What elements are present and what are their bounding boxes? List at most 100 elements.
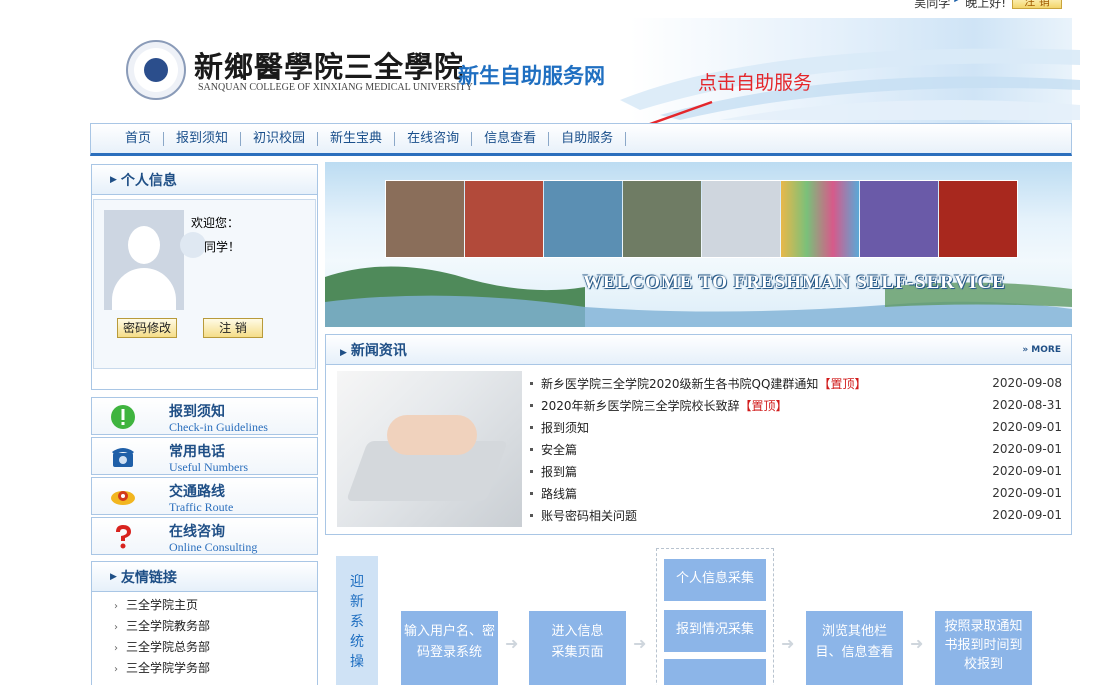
quick-link-subtitle: Check-in Guidelines [169, 420, 268, 434]
site-title: 新生自助服务网 [458, 64, 605, 88]
friend-link-item[interactable]: › 三全学院主页 [114, 596, 198, 613]
chevron-right-icon: › [114, 601, 118, 612]
news-list: 新乡医学院三全学院2020级新生各书院QQ建群通知【置顶】 2020-09-08 … [530, 372, 1062, 526]
news-title: 报到篇 [541, 464, 578, 479]
banner-welcome-text: WELCOME TO FRESHMAN SELF-SERVICE [583, 272, 1006, 293]
top-logout-button[interactable]: 注 销 [1012, 0, 1062, 9]
pinned-badge: 【置顶】 [818, 376, 867, 391]
triangle-right-icon: ▶ [110, 174, 117, 185]
welcome-banner: WELCOME TO FRESHMAN SELF-SERVICE [325, 162, 1072, 327]
friend-link-item[interactable]: › 三全学院教务部 [114, 617, 210, 634]
annotation-text: 点击自助服务 [698, 72, 813, 94]
flow-step-report: 按照录取通知书报到时间到校报到 [935, 611, 1032, 685]
news-item[interactable]: 路线篇 2020-09-01 [530, 482, 1062, 504]
banner-photo [386, 181, 464, 257]
college-emblem-logo [126, 40, 186, 100]
news-date: 2020-08-31 [992, 398, 1062, 412]
news-item[interactable]: 安全篇 2020-09-01 [530, 438, 1062, 460]
banner-photo [623, 181, 701, 257]
quick-link-subtitle: Online Consulting [169, 540, 258, 554]
news-item[interactable]: 报到篇 2020-09-01 [530, 460, 1062, 482]
friend-link-label: 三全学院主页 [126, 598, 199, 612]
friend-links-heading: 友情链接 [120, 569, 177, 586]
change-password-button[interactable]: 密码修改 [117, 318, 177, 338]
flow-step-enter-collection: 进入信息采集页面 [529, 611, 626, 685]
nav-campus-intro[interactable]: 初识校园 [241, 131, 319, 146]
news-heading: 新闻资讯 [350, 342, 407, 359]
checkin-icon [111, 405, 135, 429]
flow-step-checkin-info: 报到情况采集 [664, 610, 766, 652]
friend-links-header: ▶ 友情链接 [92, 562, 317, 592]
news-panel: ▶ 新闻资讯 » MORE 新乡医学院三全学院2020级新生各书院QQ建群通知【置… [325, 334, 1072, 535]
top-user-bar: 吴同学 ▶ 晚上好! 注 销 [914, 0, 1062, 10]
nav-online-consult[interactable]: 在线咨询 [395, 131, 473, 146]
nav-freshman-handbook[interactable]: 新生宝典 [318, 131, 396, 146]
news-title: 安全篇 [541, 442, 578, 457]
quick-link-checkin[interactable]: 报到须知 Check-in Guidelines [91, 397, 318, 435]
flow-step-browse: 浏览其他栏目、信息查看 [806, 611, 903, 685]
chevron-right-icon: › [114, 622, 118, 633]
main-nav: 首页 报到须知 初识校园 新生宝典 在线咨询 信息查看 自助服务 [90, 123, 1072, 156]
quick-link-consulting[interactable]: 在线咨询 Online Consulting [91, 517, 318, 555]
college-name-en: SANQUAN COLLEGE OF XINXIANG MEDICAL UNIV… [198, 82, 473, 93]
quick-link-title: 报到须知 [169, 404, 225, 420]
nav-self-service[interactable]: 自助服务 [549, 131, 627, 146]
quick-link-traffic[interactable]: 交通路线 Traffic Route [91, 477, 318, 515]
arrow-right-icon: ➜ [505, 634, 519, 653]
news-item[interactable]: 2020年新乡医学院三全学院校长致辞【置顶】 2020-08-31 [530, 394, 1062, 416]
avatar [104, 210, 184, 310]
banner-photo [860, 181, 938, 257]
question-icon [116, 525, 131, 549]
arrow-right-icon: ➜ [781, 634, 795, 653]
banner-photo [939, 181, 1017, 257]
triangle-right-icon: ▶ [954, 0, 961, 11]
traffic-icon [111, 491, 135, 505]
arrow-right-icon: ➜ [633, 634, 647, 653]
more-link[interactable]: » MORE [1022, 345, 1061, 355]
nav-checkin-guide[interactable]: 报到须知 [164, 131, 242, 146]
quick-link-phone[interactable]: 常用电话 Useful Numbers [91, 437, 318, 475]
friend-link-item[interactable]: › 三全学院总务部 [114, 638, 210, 655]
triangle-right-icon: ▶ [340, 347, 347, 358]
news-item[interactable]: 报到须知 2020-09-01 [530, 416, 1062, 438]
news-title: 路线篇 [541, 486, 578, 501]
college-name-cn: 新鄉醫學院三全學院 [194, 50, 465, 84]
news-date: 2020-09-01 [992, 420, 1062, 434]
pinned-badge: 【置顶】 [739, 398, 788, 413]
arrow-right-icon: ➜ [910, 634, 924, 653]
news-image [337, 371, 522, 527]
news-date: 2020-09-01 [992, 508, 1062, 522]
chevron-right-icon: › [114, 643, 118, 654]
flow-step-login: 输入用户名、密码登录系统 [401, 611, 498, 685]
logout-button[interactable]: 注 销 [203, 318, 263, 338]
quick-link-title: 常用电话 [169, 444, 225, 460]
news-date: 2020-09-01 [992, 442, 1062, 456]
phone-icon [112, 448, 134, 467]
news-item[interactable]: 新乡医学院三全学院2020级新生各书院QQ建群通知【置顶】 2020-09-08 [530, 372, 1062, 394]
profile-panel: ▶ 个人信息 欢迎您： 同学！ 密码修改 注 销 [91, 164, 318, 390]
quick-link-subtitle: Traffic Route [169, 500, 234, 514]
flow-step-personal-info: 个人信息采集 [664, 559, 766, 601]
banner-photo [702, 181, 780, 257]
user-name: 吴同学 [914, 0, 951, 10]
nav-info-view[interactable]: 信息查看 [472, 131, 550, 146]
nav-home[interactable]: 首页 [113, 131, 165, 146]
friend-links-panel: ▶ 友情链接 › 三全学院主页 › 三全学院教务部 › 三全学院总务部 › 三全学院学务… [91, 561, 318, 685]
banner-photo-strip [385, 180, 1018, 258]
quick-link-title: 交通路线 [169, 484, 225, 500]
banner-photo [465, 181, 543, 257]
news-title: 账号密码相关问题 [541, 508, 638, 523]
greeting-text: 晚上好! [965, 0, 1006, 10]
user-tag-icon [180, 232, 206, 258]
news-title: 2020年新乡医学院三全学院校长致辞 [541, 398, 740, 413]
news-date: 2020-09-01 [992, 486, 1062, 500]
quick-link-title: 在线咨询 [169, 524, 225, 540]
news-item[interactable]: 账号密码相关问题 2020-09-01 [530, 504, 1062, 526]
news-title: 报到须知 [541, 420, 590, 435]
classmate-text: 同学！ [204, 240, 241, 254]
profile-panel-header: ▶ 个人信息 [92, 165, 317, 195]
friend-link-item[interactable]: › 三全学院学务部 [114, 659, 210, 676]
banner-photo [544, 181, 622, 257]
chevron-right-icon: › [114, 664, 118, 675]
flow-step-more [664, 659, 766, 685]
